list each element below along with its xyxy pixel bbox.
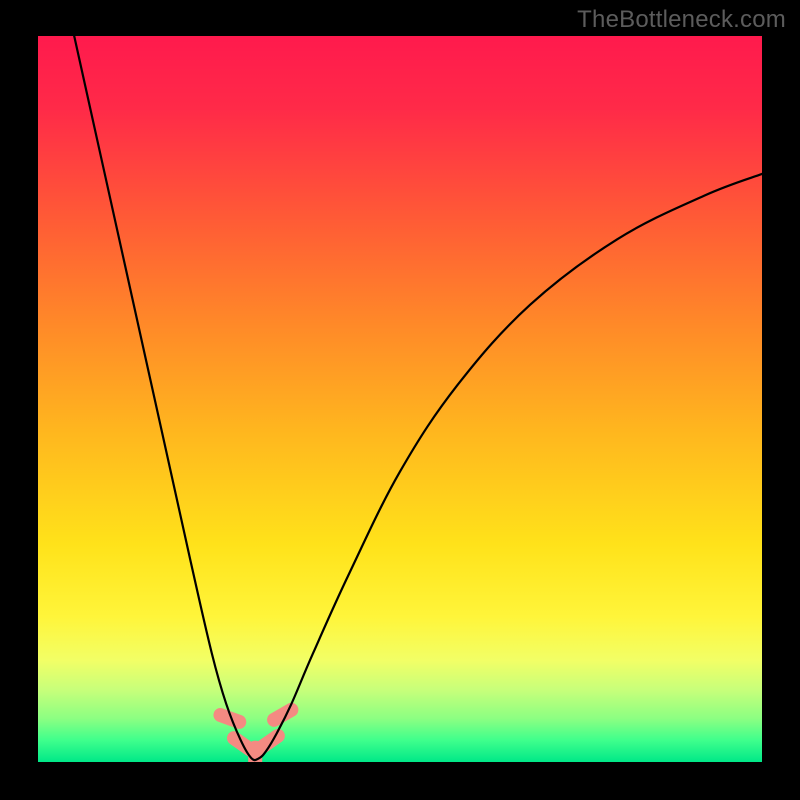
chart-frame: TheBottleneck.com	[0, 0, 800, 800]
bottleneck-chart	[0, 0, 800, 800]
gradient-background	[38, 36, 762, 762]
watermark-text: TheBottleneck.com	[577, 6, 786, 34]
